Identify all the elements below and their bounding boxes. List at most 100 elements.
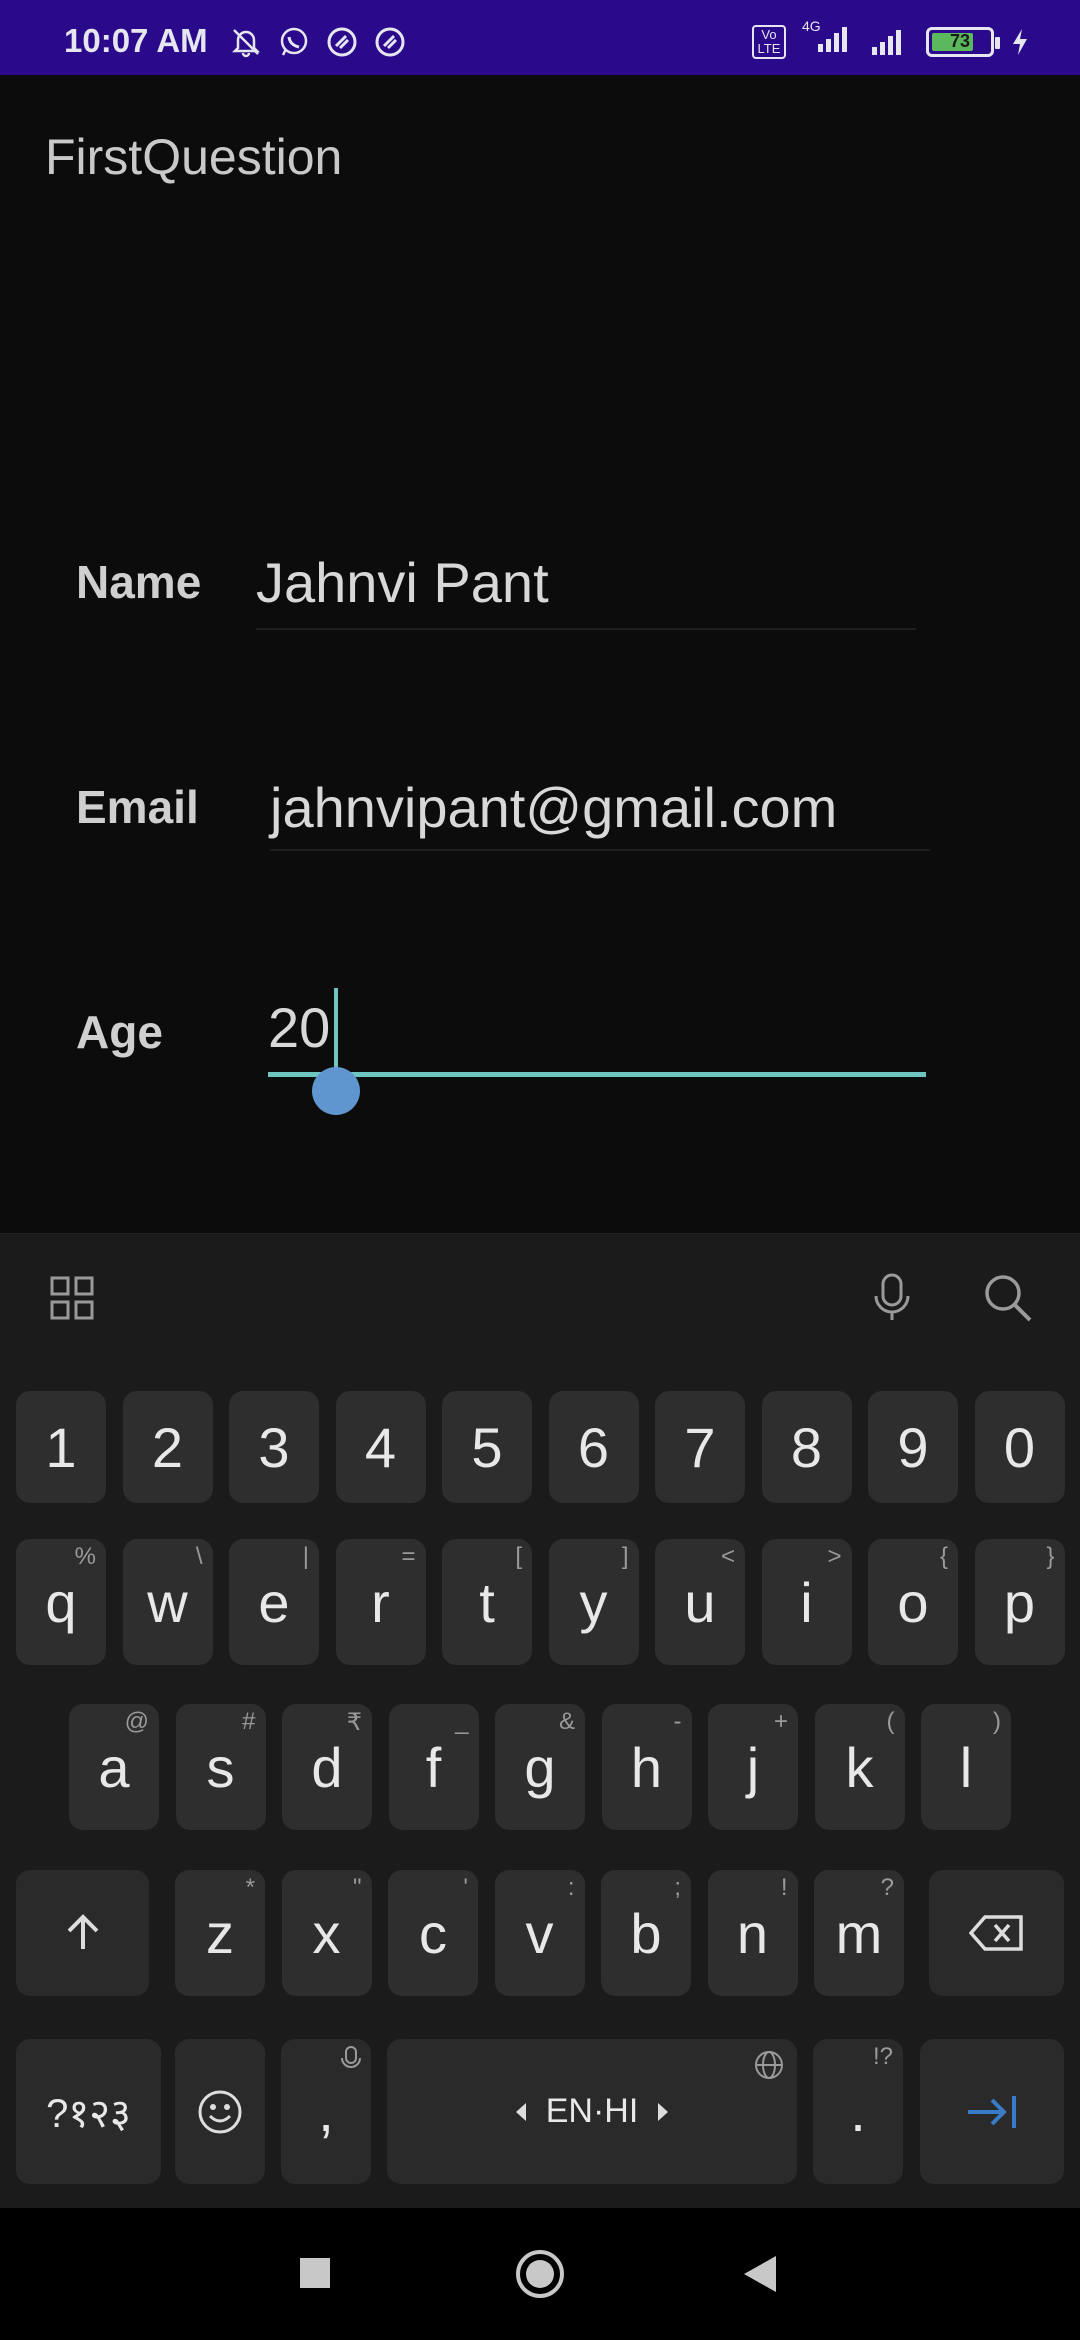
search-icon[interactable] bbox=[982, 1272, 1034, 1324]
key-m-label: m bbox=[835, 1901, 883, 1965]
period-key[interactable]: . !? bbox=[813, 2039, 903, 2184]
key-t[interactable]: t[ bbox=[442, 1539, 532, 1665]
back-button-icon[interactable] bbox=[740, 2254, 780, 2294]
key-5[interactable]: 5 bbox=[442, 1391, 532, 1503]
key-n[interactable]: n! bbox=[707, 1870, 798, 1996]
key-k-label: k bbox=[845, 1735, 874, 1799]
grid-menu-icon[interactable] bbox=[50, 1276, 94, 1320]
key-s-hint: # bbox=[242, 1708, 256, 1735]
key-o[interactable]: o{ bbox=[868, 1539, 958, 1665]
key-m[interactable]: m? bbox=[814, 1870, 904, 1996]
key-z-hint: * bbox=[245, 1874, 255, 1901]
space-key[interactable]: EN·HI bbox=[387, 2039, 797, 2184]
key-d[interactable]: d ₹ bbox=[282, 1704, 372, 1830]
key-e[interactable]: e | bbox=[229, 1539, 319, 1665]
key-0[interactable]: 0 bbox=[974, 1391, 1065, 1503]
key-v[interactable]: v: bbox=[494, 1870, 585, 1996]
cursor-handle[interactable] bbox=[312, 1067, 360, 1115]
key-x[interactable]: x " bbox=[281, 1870, 372, 1996]
key-f[interactable]: f _ bbox=[388, 1704, 479, 1830]
shift-key[interactable] bbox=[16, 1870, 149, 1996]
email-field[interactable]: jahnvipant@gmail.com bbox=[270, 775, 930, 851]
comma-key[interactable]: , bbox=[281, 2039, 371, 2184]
key-t-hint: [ bbox=[515, 1543, 522, 1570]
notification-icons bbox=[230, 26, 406, 58]
name-label: Name bbox=[76, 556, 202, 608]
shift-arrow-icon bbox=[67, 1914, 98, 1949]
key-b[interactable]: b; bbox=[601, 1870, 691, 1996]
key-w[interactable]: w \ bbox=[122, 1539, 213, 1665]
key-q-label: q bbox=[45, 1570, 77, 1634]
key-a[interactable]: a @ bbox=[69, 1704, 159, 1830]
navigation-bar bbox=[0, 2208, 1080, 2340]
key-j[interactable]: j + bbox=[708, 1704, 798, 1830]
key-g[interactable]: g & bbox=[495, 1704, 585, 1830]
key-j-hint: + bbox=[773, 1708, 788, 1735]
key-8[interactable]: 8 bbox=[761, 1391, 852, 1503]
key-a-hint: @ bbox=[124, 1708, 149, 1735]
next-key[interactable] bbox=[920, 2039, 1064, 2184]
key-6[interactable]: 6 bbox=[548, 1391, 639, 1503]
key-z[interactable]: z * bbox=[175, 1870, 265, 1996]
key-w-label: w bbox=[147, 1570, 188, 1634]
key-u-hint: < bbox=[720, 1543, 735, 1570]
mic-hint-icon bbox=[341, 2046, 361, 2068]
app-notification-icon-2 bbox=[375, 27, 405, 57]
age-field[interactable]: 20 bbox=[268, 995, 926, 1077]
email-label: Email bbox=[76, 781, 199, 833]
recents-button-icon[interactable] bbox=[298, 2256, 332, 2290]
key-6-label: 6 bbox=[577, 1415, 610, 1479]
signal-icon bbox=[872, 29, 901, 55]
key-4[interactable]: 4 bbox=[335, 1391, 426, 1503]
key-y-hint: ] bbox=[621, 1543, 629, 1570]
key-9[interactable]: 9 bbox=[868, 1391, 958, 1503]
key-k[interactable]: k( bbox=[814, 1704, 905, 1830]
home-button-icon[interactable] bbox=[514, 2248, 566, 2300]
key-8-label: 8 bbox=[790, 1415, 823, 1479]
microphone-icon[interactable] bbox=[868, 1272, 916, 1324]
tab-next-icon bbox=[968, 2095, 1016, 2128]
key-l-hint: ) bbox=[993, 1708, 1001, 1735]
signal-4g-icon: 4G bbox=[802, 18, 854, 59]
key-4-label: 4 bbox=[364, 1415, 397, 1479]
keyboard: 1 2 3 4 5 6 7 8 9 0 q% w \ e | r = t[y] u < i > o{p} a @ s # d ₹ f _ g &… bbox=[0, 1233, 1080, 2208]
key-y-label: y bbox=[579, 1570, 608, 1634]
key-2[interactable]: 2 bbox=[122, 1391, 213, 1503]
key-p[interactable]: p} bbox=[974, 1539, 1065, 1665]
key-1-label: 1 bbox=[45, 1415, 77, 1479]
period-hint: !? bbox=[872, 2043, 893, 2070]
name-field[interactable]: Jahnvi Pant bbox=[256, 550, 916, 630]
key-u[interactable]: u < bbox=[655, 1539, 745, 1665]
symbols-key[interactable]: ?१२३ bbox=[16, 2039, 161, 2184]
key-t-label: t bbox=[479, 1570, 495, 1634]
key-e-hint: | bbox=[302, 1543, 309, 1570]
whatsapp-icon bbox=[280, 27, 308, 56]
key-s[interactable]: s # bbox=[175, 1704, 266, 1830]
key-p-label: p bbox=[1003, 1570, 1036, 1634]
key-n-hint: ! bbox=[780, 1874, 788, 1901]
battery-level: 73 bbox=[949, 30, 971, 51]
key-1[interactable]: 1 bbox=[16, 1391, 106, 1503]
key-h[interactable]: h- bbox=[601, 1704, 692, 1830]
key-3[interactable]: 3 bbox=[229, 1391, 319, 1503]
key-7[interactable]: 7 bbox=[655, 1391, 745, 1503]
key-q[interactable]: q% bbox=[16, 1539, 106, 1665]
key-v-hint: : bbox=[567, 1874, 575, 1901]
volte-icon: Vo LTE bbox=[752, 24, 786, 59]
emoji-key[interactable] bbox=[175, 2039, 265, 2184]
backspace-key[interactable] bbox=[929, 1870, 1064, 1996]
key-l[interactable]: l) bbox=[921, 1704, 1011, 1830]
key-u-label: u bbox=[684, 1570, 716, 1634]
key-p-hint: } bbox=[1046, 1543, 1055, 1570]
right-arrow-icon bbox=[658, 2102, 669, 2121]
key-d-hint: ₹ bbox=[346, 1709, 362, 1736]
key-z-label: z bbox=[206, 1901, 234, 1965]
key-y[interactable]: y] bbox=[548, 1539, 639, 1665]
key-c[interactable]: c ' bbox=[388, 1870, 478, 1996]
key-b-hint: ; bbox=[674, 1874, 681, 1901]
key-i[interactable]: i > bbox=[761, 1539, 852, 1665]
age-label: Age bbox=[76, 1006, 163, 1058]
app-title: FirstQuestion bbox=[45, 129, 343, 185]
system-icons: Vo LTE 4G 73 bbox=[752, 18, 1030, 59]
key-r[interactable]: r = bbox=[335, 1539, 426, 1665]
